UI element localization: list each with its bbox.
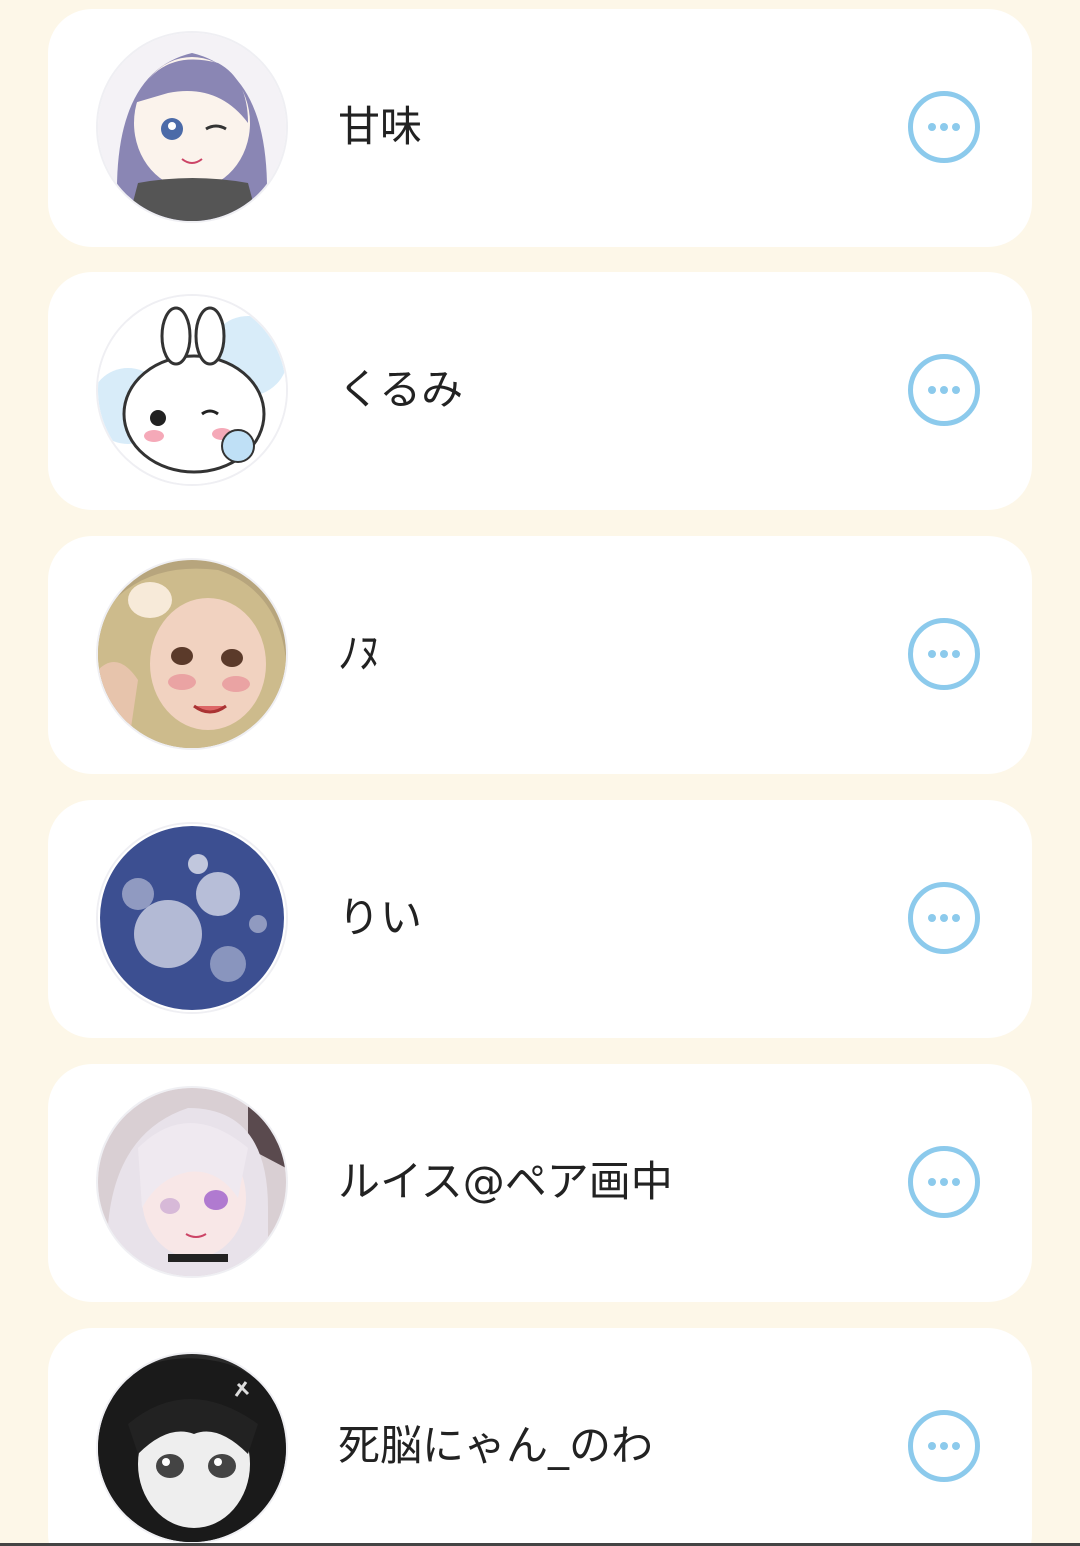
list-item[interactable]: くるみ xyxy=(48,272,1032,510)
user-name: 死脳にゃん_のわ xyxy=(338,1421,654,1470)
list-item[interactable]: 甘味 xyxy=(48,9,1032,247)
user-list: 甘味 くるみ ﾉﾇ りい ルイス@ペア画中 死脳にゃん_のわ xyxy=(0,0,1080,1546)
user-name: ルイス@ペア画中 xyxy=(338,1157,673,1206)
user-name: りい xyxy=(338,893,423,942)
avatar-silver-hair-girl-icon[interactable] xyxy=(98,1088,286,1276)
avatar-moon-icon[interactable] xyxy=(98,824,286,1012)
avatar-blonde-girl-icon[interactable] xyxy=(98,560,286,748)
list-item[interactable]: 死脳にゃん_のわ xyxy=(48,1328,1032,1546)
avatar-purple-hair-girl-icon[interactable] xyxy=(98,33,286,221)
list-item[interactable]: りい xyxy=(48,800,1032,1038)
user-name: ﾉﾇ xyxy=(338,629,381,678)
list-item[interactable]: ルイス@ペア画中 xyxy=(48,1064,1032,1302)
avatar-white-bunny-icon[interactable] xyxy=(98,296,286,484)
more-options-icon[interactable] xyxy=(908,1410,980,1482)
more-options-icon[interactable] xyxy=(908,91,980,163)
list-item[interactable]: ﾉﾇ xyxy=(48,536,1032,774)
user-name: 甘味 xyxy=(338,102,423,151)
more-options-icon[interactable] xyxy=(908,882,980,954)
more-options-icon[interactable] xyxy=(908,618,980,690)
avatar-monochrome-girl-icon[interactable] xyxy=(98,1354,286,1542)
more-options-icon[interactable] xyxy=(908,1146,980,1218)
more-options-icon[interactable] xyxy=(908,354,980,426)
user-name: くるみ xyxy=(338,365,464,414)
